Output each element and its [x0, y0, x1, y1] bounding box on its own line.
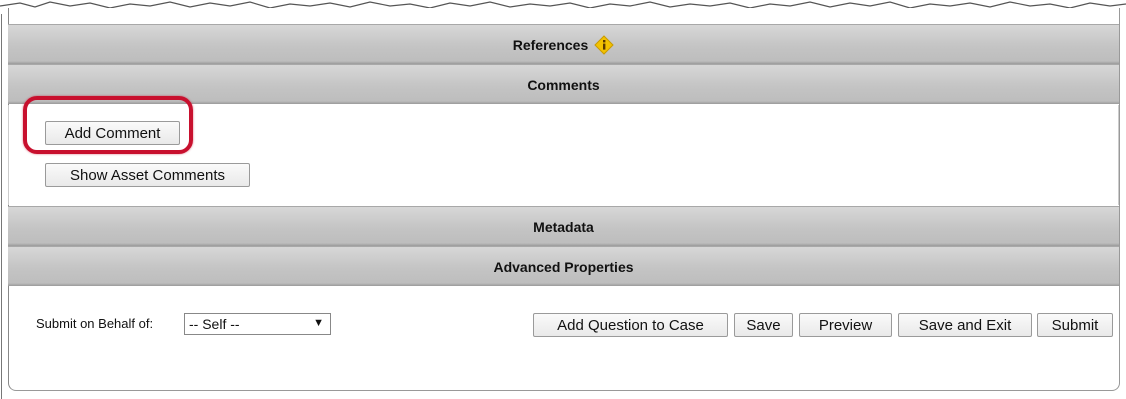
preview-button[interactable]: Preview	[799, 313, 892, 337]
submit-button[interactable]: Submit	[1037, 313, 1113, 337]
bar-shadow	[8, 283, 1119, 286]
outer-border	[1, 14, 2, 399]
save-and-exit-button[interactable]: Save and Exit	[898, 313, 1032, 337]
references-title: References	[512, 36, 589, 53]
info-icon[interactable]	[594, 34, 614, 55]
save-button[interactable]: Save	[734, 313, 793, 337]
advanced-title: Advanced Properties	[493, 258, 634, 275]
dropdown-arrow-icon: ▼	[313, 317, 324, 329]
add-question-to-case-button[interactable]: Add Question to Case	[533, 313, 728, 337]
show-asset-comments-button[interactable]: Show Asset Comments	[45, 163, 250, 187]
comments-title: Comments	[527, 76, 600, 93]
section-metadata[interactable]: Metadata	[8, 206, 1119, 246]
submit-on-behalf-label: Submit on Behalf of:	[36, 316, 154, 331]
metadata-title: Metadata	[533, 218, 594, 235]
section-references[interactable]: References	[8, 24, 1119, 64]
section-advanced-properties[interactable]: Advanced Properties	[8, 246, 1119, 286]
highlight-circle	[23, 96, 193, 154]
submit-on-behalf-select[interactable]: -- Self -- ▼	[184, 313, 331, 335]
select-value: -- Self --	[189, 316, 240, 332]
